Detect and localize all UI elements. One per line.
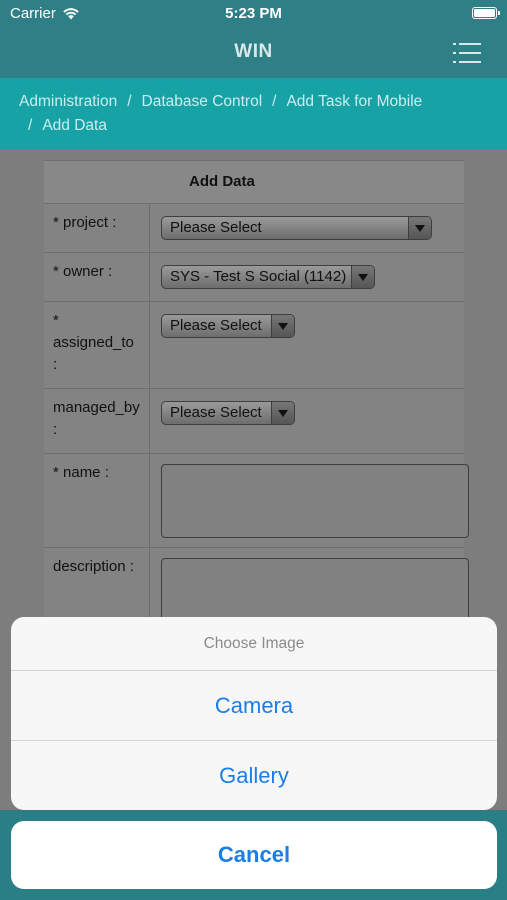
- name-label: * name :: [44, 454, 150, 547]
- battery-icon: [472, 7, 500, 19]
- project-select-value: Please Select: [170, 219, 262, 236]
- assigned-to-label: * assigned_to :: [44, 302, 150, 388]
- chevron-down-icon: [351, 266, 374, 288]
- breadcrumb-item-administration[interactable]: Administration: [19, 93, 117, 110]
- project-label: * project :: [44, 204, 150, 252]
- project-row: * project : Please Select: [44, 204, 464, 253]
- chevron-down-icon: [271, 402, 294, 424]
- owner-label: * owner :: [44, 253, 150, 301]
- managed-by-label-text: managed_by: [53, 399, 140, 416]
- clock: 5:23 PM: [225, 5, 282, 22]
- table-header: Add Data: [44, 161, 464, 204]
- camera-button[interactable]: Camera: [11, 671, 497, 741]
- assigned-to-select-value: Please Select: [170, 317, 262, 334]
- breadcrumb-item-add-task[interactable]: Add Task for Mobile: [286, 93, 422, 110]
- owner-select-value: SYS - Test S Social (1142): [170, 268, 347, 285]
- chevron-down-icon: [408, 217, 431, 239]
- assigned-to-label-asterisk: *: [53, 312, 59, 329]
- gallery-button[interactable]: Gallery: [11, 741, 497, 810]
- chevron-down-icon: [271, 315, 294, 337]
- breadcrumb-separator: /: [272, 93, 277, 110]
- app-title: WIN: [234, 41, 273, 62]
- owner-select[interactable]: SYS - Test S Social (1142): [161, 265, 375, 289]
- project-select[interactable]: Please Select: [161, 216, 432, 240]
- assigned-to-select[interactable]: Please Select: [161, 314, 295, 338]
- breadcrumb-item-database-control[interactable]: Database Control: [142, 93, 263, 110]
- add-data-table: Add Data * project : Please Select * own…: [44, 160, 469, 650]
- managed-by-label-colon: :: [53, 421, 58, 438]
- managed-by-row: managed_by : Please Select: [44, 389, 464, 454]
- managed-by-label: managed_by :: [44, 389, 150, 453]
- breadcrumb-separator: /: [28, 117, 33, 134]
- assigned-to-row: * assigned_to : Please Select: [44, 302, 464, 389]
- status-bar: Carrier 5:23 PM: [0, 0, 507, 28]
- name-row: * name :: [44, 454, 469, 548]
- action-sheet: Choose Image Camera Gallery: [11, 617, 497, 810]
- description-row: description :: [44, 548, 469, 650]
- owner-row: * owner : SYS - Test S Social (1142): [44, 253, 464, 302]
- managed-by-select-value: Please Select: [170, 404, 262, 421]
- action-sheet-title: Choose Image: [11, 617, 497, 671]
- breadcrumb: Administration / Database Control / Add Task…: [0, 78, 507, 150]
- assigned-to-label-text: assigned_to: [53, 334, 134, 351]
- breadcrumb-item-add-data: Add Data: [42, 117, 107, 134]
- menu-icon[interactable]: [453, 43, 481, 63]
- nav-bar: WIN: [0, 28, 507, 78]
- managed-by-select[interactable]: Please Select: [161, 401, 295, 425]
- cancel-button[interactable]: Cancel: [11, 821, 497, 889]
- name-textarea[interactable]: [161, 464, 469, 538]
- description-label: description :: [44, 548, 150, 628]
- breadcrumb-separator: /: [127, 93, 132, 110]
- assigned-to-label-colon: :: [53, 356, 58, 373]
